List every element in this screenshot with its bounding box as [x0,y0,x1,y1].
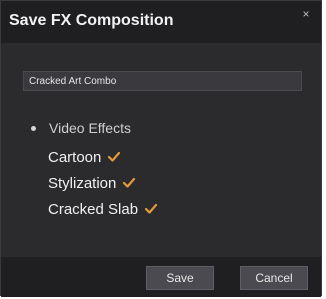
title-bar: Save FX Composition × [1,1,321,43]
bullet-icon [31,125,36,131]
cancel-button[interactable]: Cancel [240,266,308,290]
checkmark-icon[interactable] [144,202,158,216]
tree-item-label: Cracked Slab [48,200,139,218]
tree-item-label: Stylization [48,174,117,192]
tree-item-cartoon[interactable]: Cartoon [48,146,121,168]
save-fx-composition-dialog: Save FX Composition × Video Effects Cart… [0,0,322,297]
tree-item-stylization[interactable]: Stylization [48,172,136,194]
save-button[interactable]: Save [146,266,214,290]
checkmark-icon[interactable] [107,150,121,164]
tree-item-label: Cartoon [48,148,102,166]
tree-root-label: Video Effects [49,120,131,136]
tree-item-cracked-slab[interactable]: Cracked Slab [48,198,158,220]
dialog-title: Save FX Composition [9,12,174,29]
checkmark-icon[interactable] [122,176,136,190]
close-icon[interactable]: × [299,7,313,21]
tree-root-video-effects[interactable]: Video Effects [31,118,131,138]
composition-name-field[interactable] [23,71,302,91]
